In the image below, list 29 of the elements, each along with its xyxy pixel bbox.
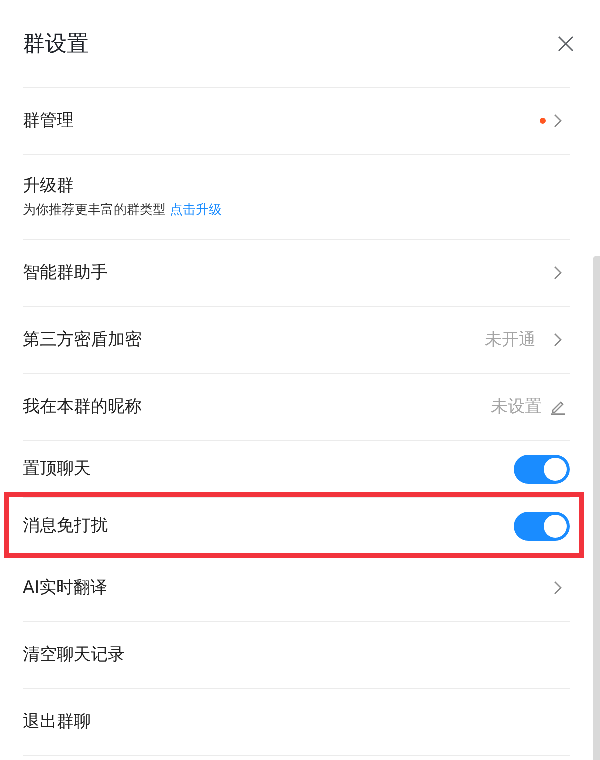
settings-item[interactable]: AI实时翻译	[23, 555, 570, 622]
chevron-right-icon	[554, 581, 562, 595]
scrollbar[interactable]	[593, 256, 600, 760]
close-icon	[558, 36, 574, 52]
settings-item[interactable]: 智能群助手	[23, 240, 570, 307]
status-value: 未开通	[485, 330, 536, 350]
nickname-value: 未设置	[491, 396, 542, 418]
settings-item[interactable]: 退出群聊	[23, 689, 570, 756]
chevron-right-icon	[554, 114, 562, 128]
settings-item[interactable]: 群管理	[23, 88, 570, 155]
setting-label: 置顶聊天	[23, 458, 91, 480]
toggle-switch[interactable]	[514, 454, 570, 484]
setting-label: AI实时翻译	[23, 578, 108, 598]
setting-label: 群管理	[23, 110, 74, 132]
settings-item[interactable]: 第三方密盾加密 未开通	[23, 307, 570, 374]
setting-label: 第三方密盾加密	[23, 330, 142, 350]
setting-label: 升级群	[23, 176, 75, 197]
setting-label: 退出群聊	[23, 712, 91, 732]
close-button[interactable]	[558, 36, 574, 52]
chevron-right-icon	[554, 266, 562, 280]
panel-title: 群设置	[23, 34, 89, 56]
chevron-right-icon	[554, 332, 562, 347]
setting-label: 清空聊天记录	[23, 644, 125, 666]
settings-item[interactable]: 清空聊天记录	[23, 622, 570, 689]
toggle-switch[interactable]	[514, 512, 570, 540]
setting-label: 我在本群的昵称	[23, 396, 142, 418]
description-text: 为你推荐更丰富的群类型 点击升级	[23, 202, 222, 220]
setting-label: 智能群助手	[23, 262, 108, 284]
setting-label: 消息免打扰	[23, 516, 108, 536]
